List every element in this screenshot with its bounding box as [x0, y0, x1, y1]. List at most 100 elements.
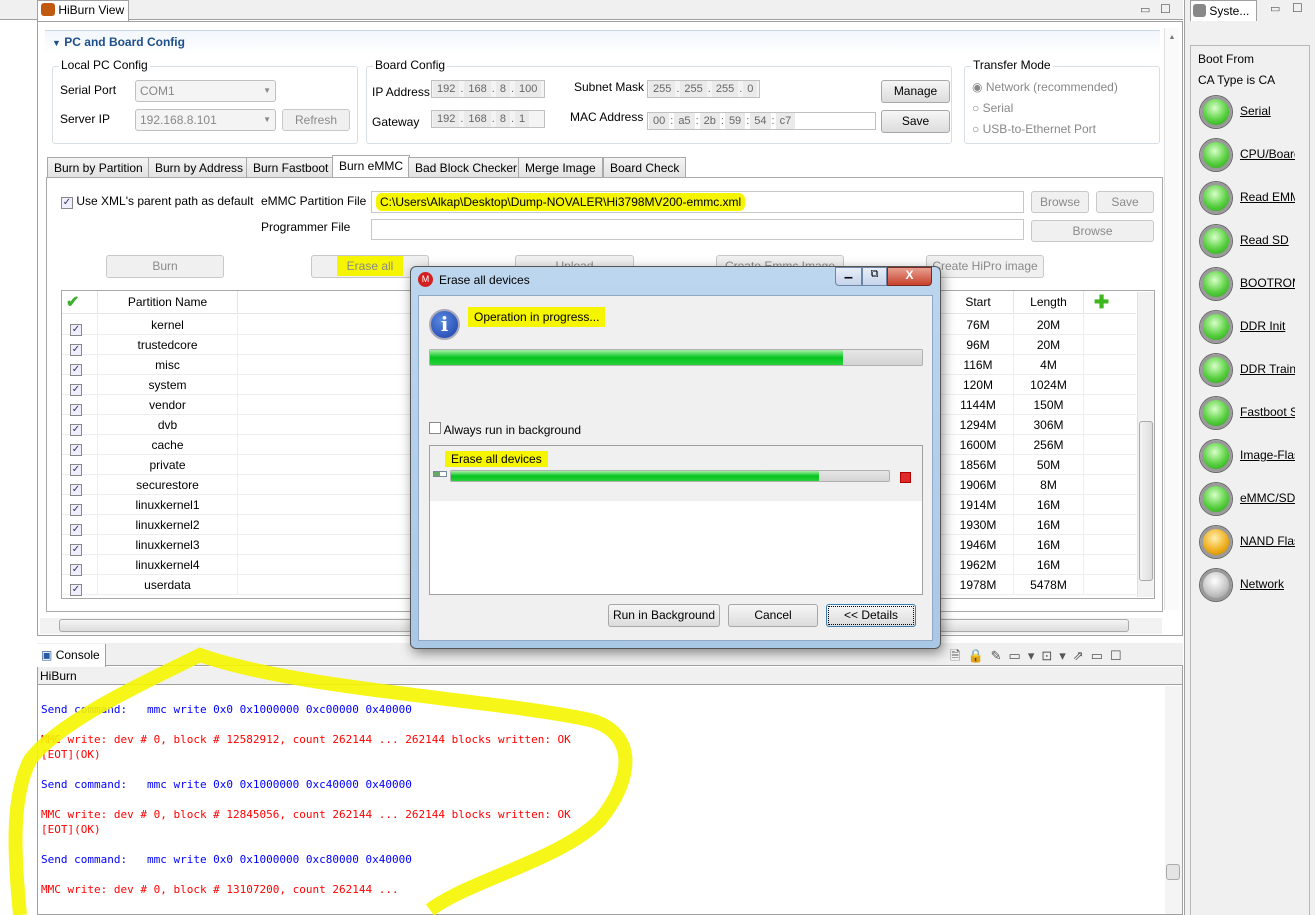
minimize-icon[interactable]: ▭ [1091, 648, 1110, 663]
gateway-label: Gateway [372, 115, 420, 129]
partition-file-label: eMMC Partition File [261, 194, 367, 208]
partition-name: vendor [97, 395, 238, 415]
boot-step-link[interactable]: eMMC/SD [1240, 491, 1295, 505]
pin-console-icon[interactable]: ✎ [991, 648, 1009, 663]
expand-icon[interactable]: ▼ [52, 38, 61, 48]
use-parent-path-checkbox[interactable]: ✓ Use XML's parent path as default [61, 194, 253, 209]
open-console-icon[interactable]: ⊡▾ [1041, 648, 1072, 663]
boot-step-link[interactable]: NAND Flash [1240, 534, 1295, 548]
status-led-icon [1200, 96, 1232, 128]
partition-start: 1978M [959, 578, 997, 592]
partition-start: 76M [966, 318, 990, 332]
tab-console[interactable]: ▣ Console [37, 644, 106, 667]
maximize-icon[interactable]: ☐ [1292, 1, 1303, 15]
create-hipro-image-button[interactable]: Create HiPro image [926, 255, 1044, 278]
tab-burn-by-partition[interactable]: Burn by Partition [47, 157, 150, 178]
minimize-icon[interactable]: ▭ [1270, 2, 1280, 15]
select-all-check-icon[interactable]: ✔ [66, 292, 79, 312]
always-run-bg-checkbox[interactable]: Always run in background [429, 422, 581, 437]
status-led-icon [1200, 182, 1232, 214]
partition-name: trustedcore [97, 335, 238, 355]
boot-step-link[interactable]: DDR Init [1240, 319, 1295, 333]
partition-length: 150M [1013, 395, 1084, 415]
refresh-button[interactable]: Refresh [282, 109, 350, 131]
maximize-icon[interactable]: ☐ [1160, 2, 1171, 16]
task-icon [433, 471, 447, 477]
burn-button[interactable]: Burn [106, 255, 224, 278]
details-button[interactable]: << Details [826, 604, 916, 627]
partition-length: 306M [1013, 415, 1084, 435]
header-partition-name[interactable]: Partition Name [97, 291, 238, 314]
partition-length: 50M [1013, 455, 1084, 475]
console-line: MMC write: dev # 0, block # 12582912, co… [41, 733, 571, 746]
dialog-close-button[interactable]: X [887, 267, 932, 286]
add-partition-icon[interactable]: ✚ [1094, 292, 1109, 313]
manage-button[interactable]: Manage [881, 80, 950, 103]
dialog-message: Operation in progress... [468, 307, 606, 327]
ip-address-field[interactable]: 192. 168. 8. 100 [431, 80, 545, 98]
partition-file-input[interactable]: C:\Users\Alkap\Desktop\Dump-NOVALER\Hi37… [371, 191, 1024, 213]
overall-progress-bar [429, 349, 923, 366]
tab-hiburn-view[interactable]: HiBurn View [37, 0, 129, 21]
radio-serial[interactable]: ○ Serial [972, 101, 1013, 115]
boot-step-link[interactable]: Read SD [1240, 233, 1295, 247]
header-length[interactable]: Length [1013, 291, 1084, 314]
boot-step-link[interactable]: Read EMMC [1240, 190, 1295, 204]
app-logo-icon: M [418, 272, 433, 287]
save-board-button[interactable]: Save [881, 110, 950, 133]
server-ip-select[interactable]: 192.168.8.101 ▼ [135, 109, 276, 131]
radio-network[interactable]: ◉ Network (recommended) [972, 80, 1118, 94]
partition-length: 20M [1013, 335, 1084, 355]
tab-system[interactable]: Syste... [1190, 0, 1257, 21]
mac-address-field[interactable]: 00: a5:2b:59:54: c7 [647, 112, 876, 130]
tab-bad-block-checker[interactable]: Bad Block Checker [408, 157, 525, 178]
info-icon: i [429, 309, 460, 340]
status-led-icon [1200, 483, 1232, 515]
boot-step-link[interactable]: Serial [1240, 104, 1295, 118]
partition-length: 4M [1013, 355, 1084, 375]
boot-step-link[interactable]: Network [1240, 577, 1295, 591]
run-in-background-button[interactable]: Run in Background [608, 604, 720, 627]
serial-port-select[interactable]: COM1 ▼ [135, 80, 276, 102]
display-console-icon[interactable]: ▭▾ [1009, 648, 1042, 663]
scroll-lock-icon[interactable]: 🔒 [967, 648, 990, 663]
save-partition-button[interactable]: Save [1096, 191, 1154, 213]
row-checkbox[interactable]: ✓ [70, 578, 82, 598]
main-scrollbar[interactable]: ▲ [1164, 28, 1179, 610]
boot-step-link[interactable]: Fastboot S [1240, 405, 1295, 419]
tab-burn-fastboot[interactable]: Burn Fastboot [246, 157, 336, 178]
partition-name: private [97, 455, 238, 475]
boot-step-link[interactable]: BOOTROM [1240, 276, 1295, 290]
boot-step-link[interactable]: Image-Flash [1240, 448, 1295, 462]
programmer-file-input[interactable] [371, 219, 1024, 240]
console-scrollbar[interactable] [1165, 686, 1182, 914]
tab-burn-by-address[interactable]: Burn by Address [148, 157, 251, 178]
boot-step-link[interactable]: CPU/Board [1240, 147, 1295, 161]
tab-label: HiBurn View [58, 3, 125, 17]
subnet-mask-field[interactable]: 255. 255. 255. 0 [647, 80, 760, 98]
dialog-restore-button[interactable]: ⧉ [862, 267, 887, 286]
tab-burn-emmc[interactable]: Burn eMMC [332, 155, 411, 178]
ca-type-label: CA Type is CA [1198, 73, 1276, 87]
dialog-minimize-button[interactable]: ▁ [835, 267, 862, 286]
scrollbar-thumb[interactable] [1139, 421, 1153, 581]
maximize-icon[interactable]: ☐ [1110, 648, 1129, 663]
header-start[interactable]: Start [943, 291, 1013, 313]
export-icon[interactable]: ⇗ [1073, 648, 1091, 663]
tab-merge-image[interactable]: Merge Image [518, 157, 603, 178]
chevron-down-icon: ▼ [263, 115, 271, 124]
tab-board-check[interactable]: Board Check [603, 157, 687, 178]
boot-step-link[interactable]: DDR Training [1240, 362, 1295, 376]
stop-task-icon[interactable] [900, 472, 911, 483]
browse-programmer-button[interactable]: Browse [1031, 220, 1154, 242]
minimize-icon[interactable]: ▭ [1140, 3, 1150, 16]
browse-partition-button[interactable]: Browse [1031, 191, 1089, 213]
section-header[interactable]: ▼ PC and Board Config [45, 30, 1160, 54]
programmer-file-label: Programmer File [261, 220, 351, 234]
clear-console-icon[interactable]: 🗎 [950, 648, 967, 663]
radio-usb-ethernet[interactable]: ○ USB-to-Ethernet Port [972, 122, 1096, 136]
gateway-field[interactable]: 192. 168. 8. 1 [431, 110, 545, 128]
cancel-button[interactable]: Cancel [728, 604, 818, 627]
partition-length: 5478M [1013, 575, 1084, 595]
table-scrollbar[interactable] [1137, 292, 1154, 597]
